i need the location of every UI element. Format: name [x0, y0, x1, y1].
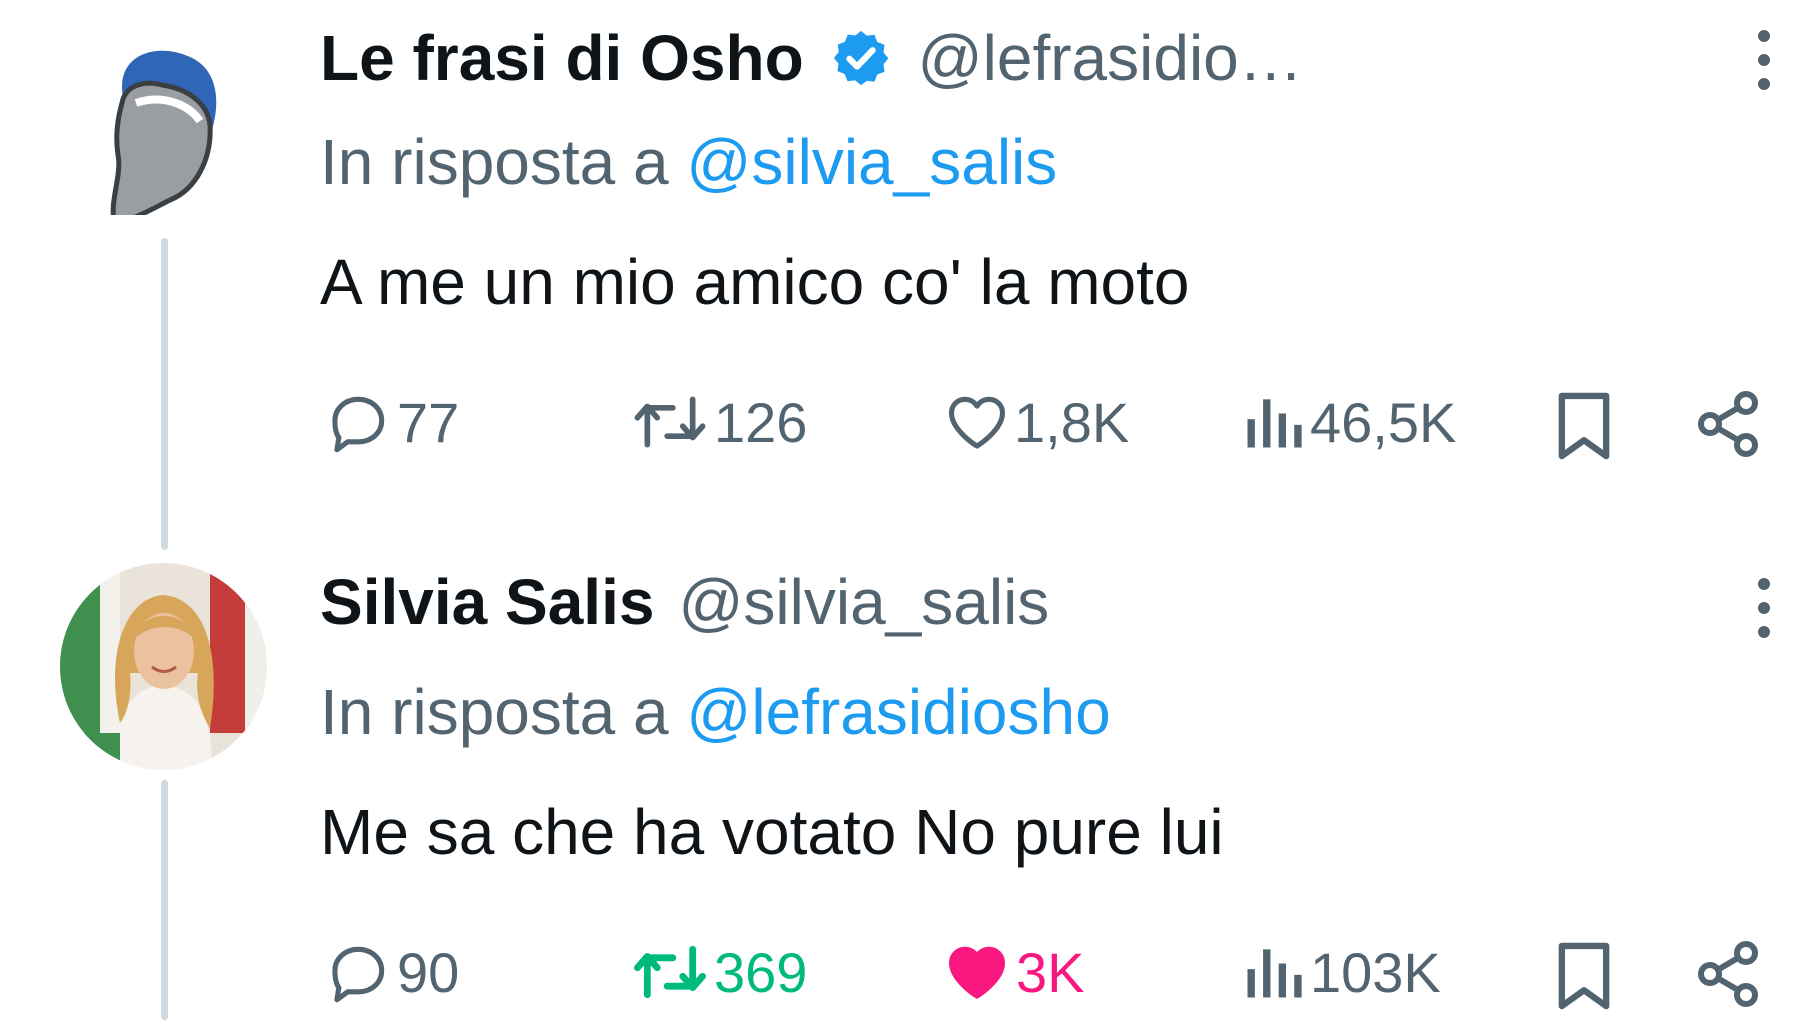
reply-count: 77 [397, 390, 460, 454]
views-button[interactable]: 46,5K [1240, 388, 1456, 456]
reply-mention-link[interactable]: @lefrasidiosho [686, 676, 1110, 748]
author-name[interactable]: Silvia Salis [320, 565, 654, 639]
tweet-text: A me un mio amico co' la moto [320, 246, 1190, 318]
bookmark-icon [1558, 942, 1610, 1010]
bookmark-button[interactable] [1552, 938, 1616, 1014]
tweet-1-header: Le frasi di Osho @lefrasidio… [320, 18, 1303, 98]
author-name[interactable]: Le frasi di Osho [320, 21, 804, 95]
share-nodes-icon [1698, 941, 1758, 1007]
reply-context: In risposta a @lefrasidiosho [320, 675, 1111, 749]
more-options-button[interactable] [1758, 30, 1770, 102]
like-count: 3K [1016, 940, 1085, 1004]
reply-mention-link[interactable]: @silvia_salis [686, 126, 1057, 198]
thread-line-top [161, 238, 168, 550]
reply-button[interactable]: 90 [325, 938, 459, 1006]
thread-line-bottom [161, 780, 168, 1020]
reply-prefix: In risposta a [320, 126, 669, 198]
vertical-dots-icon [1758, 578, 1770, 590]
author-handle[interactable]: @lefrasidio… [918, 21, 1303, 95]
repost-count: 369 [714, 940, 808, 1004]
share-button[interactable] [1692, 938, 1764, 1010]
repost-button[interactable]: 369 [628, 938, 807, 1006]
repost-arrows-icon [634, 945, 706, 999]
share-nodes-icon [1698, 391, 1758, 457]
reply-prefix: In risposta a [320, 676, 669, 748]
bookmark-icon [1558, 392, 1610, 460]
like-count: 1,8K [1014, 390, 1130, 454]
reply-button[interactable]: 77 [325, 388, 459, 456]
reply-count: 90 [397, 940, 460, 1004]
bookmark-button[interactable] [1552, 388, 1616, 464]
heart-icon [948, 946, 1006, 999]
speech-bubble-icon [332, 946, 385, 1003]
like-button[interactable]: 1,8K [942, 388, 1129, 456]
share-button[interactable] [1692, 388, 1764, 460]
repost-button[interactable]: 126 [628, 388, 807, 456]
avatar-osho[interactable] [100, 25, 230, 224]
like-button[interactable]: 3K [942, 938, 1085, 1006]
verified-badge-icon [830, 27, 892, 89]
tweet-2-header: Silvia Salis @silvia_salis [320, 562, 1049, 642]
vertical-dots-icon [1758, 30, 1770, 42]
views-count: 46,5K [1310, 390, 1457, 454]
views-button[interactable]: 103K [1240, 938, 1441, 1006]
views-count: 103K [1310, 940, 1441, 1004]
heart-icon [948, 396, 1006, 449]
author-handle[interactable]: @silvia_salis [678, 565, 1049, 639]
profile-photo [60, 563, 267, 770]
repost-arrows-icon [634, 396, 706, 448]
bar-chart-icon [1247, 399, 1302, 448]
reply-context: In risposta a @silvia_salis [320, 125, 1057, 199]
avatar-silvia-salis[interactable] [60, 563, 267, 770]
speech-bubble-icon [332, 396, 385, 453]
bar-chart-icon [1247, 949, 1302, 998]
osho-silhouette-icon [110, 50, 217, 224]
repost-count: 126 [714, 390, 808, 454]
more-options-button[interactable] [1758, 578, 1770, 650]
tweet-text: Me sa che ha votato No pure lui [320, 796, 1224, 868]
